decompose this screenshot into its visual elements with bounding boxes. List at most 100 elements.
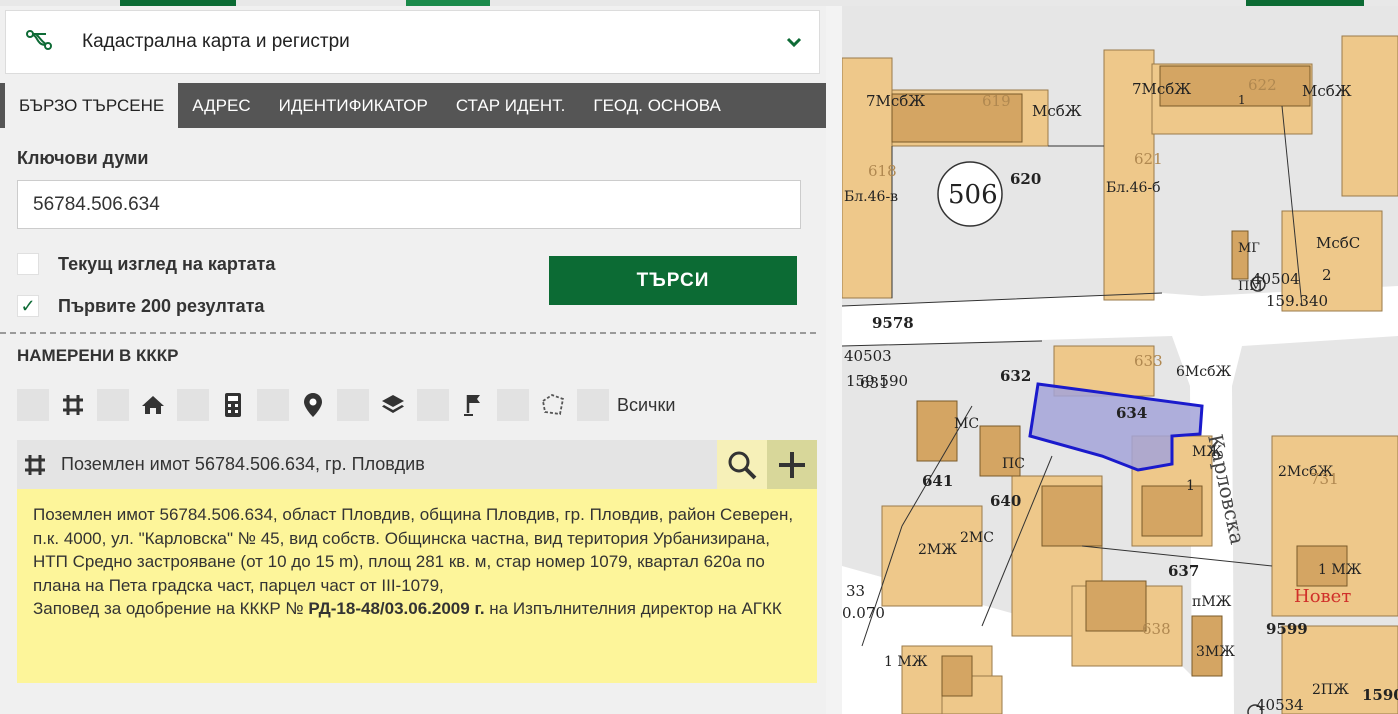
layer-label: Кадастрална карта и регистри [82,31,350,52]
grid-icon [49,389,97,421]
map-label: 9599 [1266,620,1308,638]
result-type-filters: Всички [17,389,675,421]
map-label: 9578 [872,314,914,332]
filter-checkbox-boundary[interactable] [497,389,529,421]
map-label: 621 [1134,150,1163,168]
keywords-label: Ключови думи [17,148,149,168]
map-label: 619 [982,92,1011,110]
location-pin-icon [289,389,337,421]
plus-icon [779,451,805,478]
calculator-icon [209,389,257,421]
map-label: 1 [1186,478,1195,494]
all-label: Всички [617,394,676,415]
current-view-label: Текущ изглед на картата [58,253,276,274]
filter-checkbox-building[interactable] [97,389,129,421]
map-label: ПМ [1238,279,1263,294]
map-label: 2ПЖ [1312,682,1349,698]
search-icon [728,451,757,479]
current-view-checkbox[interactable] [17,253,39,275]
found-in-registry-label: НАМЕРЕНИ В КККР [17,346,179,365]
map-label: Бл.46-в [844,189,898,205]
map-label: 6МсбЖ [1176,364,1232,380]
map-label: 618 [868,162,897,180]
map-label: 3МЖ [1196,644,1235,660]
map-label: ПС [1002,456,1025,472]
app-root: Кадастрална карта и регистри БЪРЗО ТЪРСЕ… [0,0,1398,714]
map-label: 1 МЖ [1318,562,1362,578]
map-label: 40503 [844,347,892,365]
filter-checkbox-address[interactable] [257,389,289,421]
result-title: Поземлен имот 56784.506.634, гр. Пловдив [61,454,425,474]
first-200-option[interactable]: ✓ Първите 200 резултата [17,294,264,318]
map-label: 7МсбЖ [866,92,925,110]
search-tabs: БЪРЗО ТЪРСЕНЕ АДРЕС ИДЕНТИФИКАТОР СТАР И… [0,83,826,128]
cadastral-map[interactable]: 7МсбЖ 619 МсбЖ 7МсбЖ 622 МсбЖ 618 Бл.46-… [826,6,1398,714]
current-view-option[interactable]: Текущ изглед на картата [17,252,275,276]
map-label: 640 [990,492,1021,510]
order-suffix: на Изпълнителния директор на АГКК [489,599,782,618]
map-label: 506 [948,180,998,210]
first-200-label: Първите 200 резултата [58,295,265,316]
map-label: 622 [1248,76,1277,94]
map-label: 159.340 [1266,292,1328,310]
section-divider [0,332,816,334]
result-details: Поземлен имот 56784.506.634, област Плов… [17,489,817,683]
filter-checkbox-parcel[interactable] [17,389,49,421]
filter-checkbox-layers[interactable] [337,389,369,421]
search-panel: Кадастрална карта и регистри БЪРЗО ТЪРСЕ… [0,6,826,714]
result-header[interactable]: Поземлен имот 56784.506.634, гр. Пловдив [17,440,817,489]
tab-identifier[interactable]: ИДЕНТИФИКАТОР [265,83,442,128]
map-label: 641 [922,472,953,490]
map-label: 638 [1142,620,1171,638]
map-label: 631 [860,374,889,392]
map-label: 1590 [1362,686,1398,704]
tab-old-identifier[interactable]: СТАР ИДЕНТ. [442,83,580,128]
map-label: 634 [1116,404,1147,422]
map-label: 620 [1010,170,1041,188]
map-label: 633 [1134,352,1163,370]
tab-geodetic-base[interactable]: ГЕОД. ОСНОВА [579,83,734,128]
order-number: РД-18-48/03.06.2009 г. [308,599,485,618]
map-label: 40534 [1256,696,1304,714]
map-label: пМЖ [1192,594,1232,610]
tab-address[interactable]: АДРЕС [178,83,264,128]
layers-stack-icon [369,389,417,421]
first-200-checkbox[interactable]: ✓ [17,295,39,317]
filter-checkbox-unit[interactable] [177,389,209,421]
map-label: Бл.46-б [1106,180,1161,196]
map-label: 731 [1310,470,1339,488]
map-label: 2МС [960,530,994,546]
layers-route-icon [26,29,56,55]
map-label: МС [954,416,979,432]
map-label: 0.070 [842,604,885,622]
layer-dropdown[interactable]: Кадастрална карта и регистри [5,10,820,74]
search-button[interactable]: ТЪРСИ [549,256,797,305]
filter-checkbox-geodetic[interactable] [417,389,449,421]
map-label: МЖ [1192,444,1222,460]
map-label: 632 [1000,367,1031,385]
map-label: МсбС [1316,234,1360,252]
zoom-to-result-button[interactable] [717,440,767,489]
polygon-outline-icon [529,389,577,421]
map-label: 1 [1238,93,1246,107]
map-label: МсбЖ [1032,102,1082,120]
map-label: 637 [1168,562,1199,580]
add-result-button[interactable] [767,440,817,489]
map-label: 7МсбЖ [1132,80,1191,98]
map-label: 1 МЖ [884,654,928,670]
filter-checkbox-all[interactable] [577,389,609,421]
map-label: МсбЖ [1302,82,1352,100]
map-label: 33 [846,582,865,600]
order-prefix: Заповед за одобрение на КККР № [33,599,304,618]
home-icon [129,389,177,421]
keywords-input[interactable]: 56784.506.634 [17,180,801,229]
result-description: Поземлен имот 56784.506.634, област Плов… [33,505,794,595]
map-label: 2МЖ [918,542,957,558]
chevron-down-icon[interactable] [785,33,803,51]
map-label: 2 [1322,266,1332,284]
survey-flag-icon [449,389,497,421]
grid-icon [25,454,45,475]
map-label: МГ [1238,241,1260,256]
map-label: Новет [1294,586,1351,607]
tab-quick-search[interactable]: БЪРЗО ТЪРСЕНЕ [5,83,179,128]
